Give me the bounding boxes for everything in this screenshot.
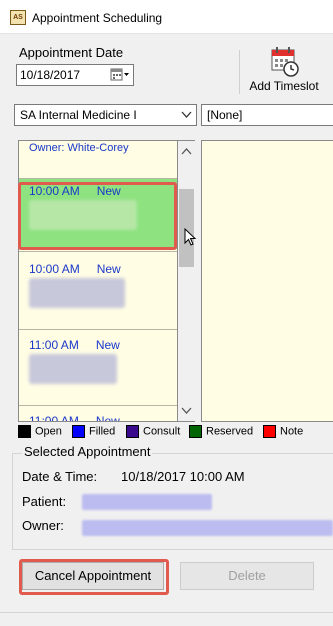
redacted-patient-name bbox=[29, 354, 117, 384]
appointment-date-value: 10/18/2017 bbox=[20, 68, 81, 82]
timeslot-time: 11:00 AM New bbox=[29, 414, 120, 422]
secondary-schedule-pane[interactable] bbox=[201, 140, 333, 422]
legend-consult: Consult bbox=[126, 425, 180, 438]
legend-open: Open bbox=[18, 425, 62, 438]
mouse-cursor-icon bbox=[184, 228, 197, 246]
scroll-up-icon[interactable] bbox=[181, 147, 192, 155]
calendar-dropdown-icon[interactable] bbox=[110, 68, 130, 82]
redacted-patient-name bbox=[29, 278, 125, 308]
cancel-button-highlight bbox=[19, 559, 169, 595]
patient-label: Patient: bbox=[22, 494, 67, 509]
delete-button[interactable]: Delete bbox=[180, 562, 314, 590]
timeslot[interactable]: 10:00 AM New bbox=[19, 252, 177, 328]
datetime-value: 10/18/2017 10:00 AM bbox=[121, 469, 245, 484]
schedule-scrollbar[interactable] bbox=[178, 140, 195, 422]
department-select[interactable]: SA Internal Medicine I bbox=[14, 104, 197, 126]
appointment-date-picker[interactable]: 10/18/2017 bbox=[16, 64, 134, 86]
app-calendar-icon: AS bbox=[10, 10, 26, 25]
scroll-down-icon[interactable] bbox=[181, 407, 192, 415]
title-bar: AS Appointment Scheduling bbox=[0, 0, 333, 34]
chevron-down-icon bbox=[181, 111, 192, 118]
legend-note: Note bbox=[263, 425, 303, 438]
toolbar-separator bbox=[239, 50, 240, 94]
legend-reserved: Reserved bbox=[189, 425, 253, 438]
datetime-label: Date & Time: bbox=[22, 469, 98, 484]
add-timeslot-label: Add Timeslot bbox=[249, 79, 319, 93]
window-bottom-border bbox=[0, 612, 333, 613]
secondary-select[interactable]: [None] bbox=[201, 104, 333, 126]
window-title: Appointment Scheduling bbox=[32, 11, 163, 25]
owner-header: Owner: White-Corey bbox=[29, 142, 129, 154]
timeslot[interactable]: 11:00 AM New bbox=[19, 406, 177, 422]
selected-slot-highlight bbox=[18, 182, 177, 250]
timeslot-time: 11:00 AM New bbox=[29, 338, 120, 352]
calendar-clock-icon bbox=[271, 47, 299, 77]
department-select-value: SA Internal Medicine I bbox=[20, 108, 137, 122]
redacted-patient-value bbox=[82, 494, 212, 510]
legend-filled: Filled bbox=[72, 425, 115, 438]
selected-appointment-title: Selected Appointment bbox=[22, 444, 153, 459]
redacted-owner-value bbox=[82, 520, 333, 536]
appointment-date-label: Appointment Date bbox=[19, 45, 124, 60]
timeslot[interactable]: 11:00 AM New bbox=[19, 330, 177, 404]
timeslot-time: 10:00 AM New bbox=[29, 262, 121, 276]
secondary-select-value: [None] bbox=[207, 108, 243, 122]
add-timeslot-button[interactable]: Add Timeslot bbox=[244, 44, 324, 96]
owner-label: Owner: bbox=[22, 518, 64, 533]
